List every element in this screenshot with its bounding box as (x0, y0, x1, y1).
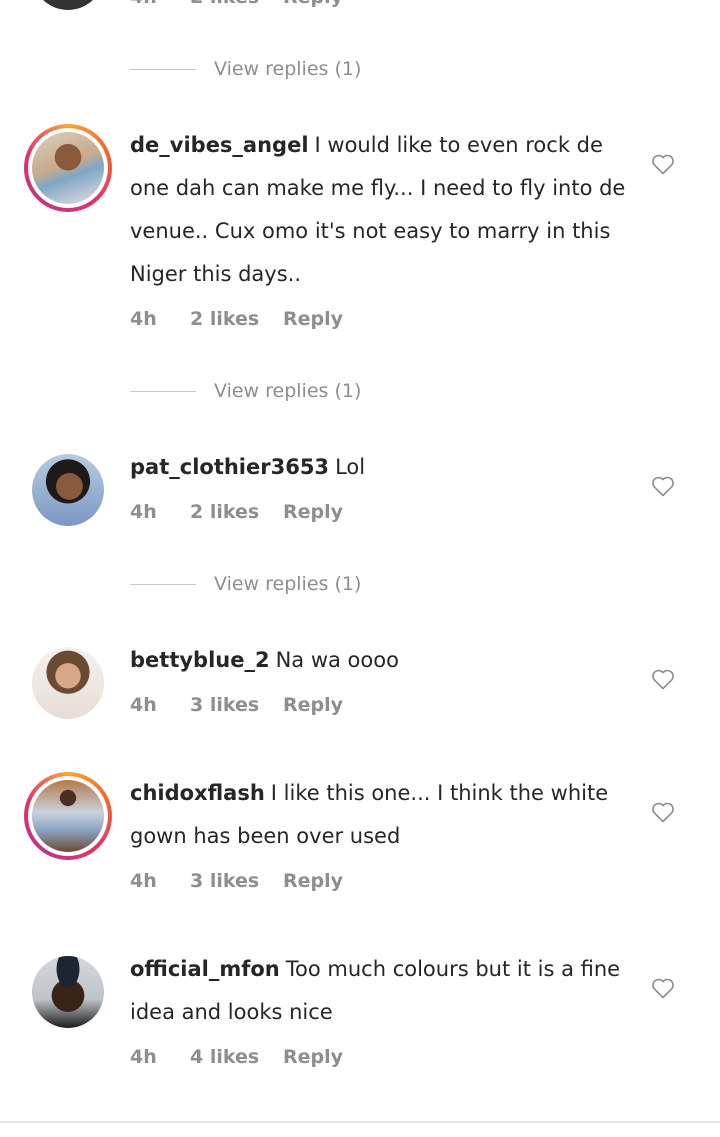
comment-meta: 4h 3 likes Reply (130, 870, 343, 892)
username[interactable]: chidoxflash (130, 781, 265, 805)
username[interactable]: pat_clothier3653 (130, 455, 329, 479)
comment-meta: 4h 3 likes Reply (130, 694, 343, 716)
story-ring[interactable] (24, 124, 112, 212)
comment-time: 4h (130, 0, 190, 8)
view-replies-button[interactable]: View replies (1) (130, 58, 361, 80)
heart-outline-icon[interactable] (651, 977, 675, 999)
comment-meta: 4h 2 likes Reply (130, 0, 343, 8)
username[interactable]: bettyblue_2 (130, 648, 270, 672)
comment-meta: 4h 4 likes Reply (130, 1046, 343, 1068)
comment-body: bettyblue_2 Na wa oooo (130, 639, 630, 682)
divider-line (130, 68, 196, 70)
avatar[interactable] (32, 956, 104, 1028)
comment-time: 4h (130, 308, 157, 330)
like-count[interactable]: 4 likes (190, 1046, 283, 1068)
like-count[interactable]: 3 likes (190, 694, 283, 716)
reply-button[interactable]: Reply (283, 870, 343, 892)
reply-button[interactable]: Reply (283, 308, 343, 330)
like-count[interactable]: 2 likes (190, 308, 283, 330)
comment-body: official_mfon Too much colours but it is … (130, 948, 630, 1034)
comment-body: pat_clothier3653 Lol (130, 446, 630, 489)
comment-meta: 4h 2 likes Reply (130, 308, 343, 330)
like-count[interactable]: 3 likes (190, 870, 283, 892)
view-replies-label: View replies (1) (214, 380, 362, 402)
comment-time: 4h (130, 870, 157, 892)
reply-button[interactable]: Reply (283, 501, 343, 523)
avatar[interactable] (32, 647, 104, 719)
avatar (32, 780, 104, 852)
comment-meta: 4h 2 likes Reply (130, 501, 343, 523)
comment-text: Lol (335, 455, 366, 479)
bottom-divider (0, 1121, 720, 1123)
comment-body: de_vibes_angel I would like to even rock … (130, 124, 630, 296)
comment-body: chidoxflash I like this one... I think th… (130, 772, 630, 858)
view-replies-button[interactable]: View replies (1) (130, 573, 361, 595)
divider-line (130, 583, 196, 585)
reply-button[interactable]: Reply (283, 1046, 343, 1068)
username[interactable]: official_mfon (130, 957, 280, 981)
avatar[interactable] (32, 454, 104, 526)
comment-time: 4h (130, 694, 157, 716)
view-replies-label: View replies (1) (214, 58, 362, 80)
avatar[interactable] (32, 0, 104, 10)
view-replies-label: View replies (1) (214, 573, 362, 595)
like-count[interactable]: 2 likes (190, 501, 283, 523)
avatar (32, 132, 104, 204)
divider-line (130, 390, 196, 392)
username[interactable]: de_vibes_angel (130, 133, 309, 157)
view-replies-button[interactable]: View replies (1) (130, 380, 361, 402)
comment-text: Na wa oooo (275, 648, 399, 672)
comment-time: 4h (130, 501, 157, 523)
heart-outline-icon[interactable] (651, 801, 675, 823)
story-ring[interactable] (24, 772, 112, 860)
like-count[interactable]: 2 likes (190, 0, 283, 8)
heart-outline-icon[interactable] (651, 668, 675, 690)
heart-outline-icon[interactable] (651, 475, 675, 497)
comment-time: 4h (130, 1046, 157, 1068)
reply-button[interactable]: Reply (283, 694, 343, 716)
heart-outline-icon[interactable] (651, 153, 675, 175)
reply-button[interactable]: Reply (283, 0, 343, 8)
